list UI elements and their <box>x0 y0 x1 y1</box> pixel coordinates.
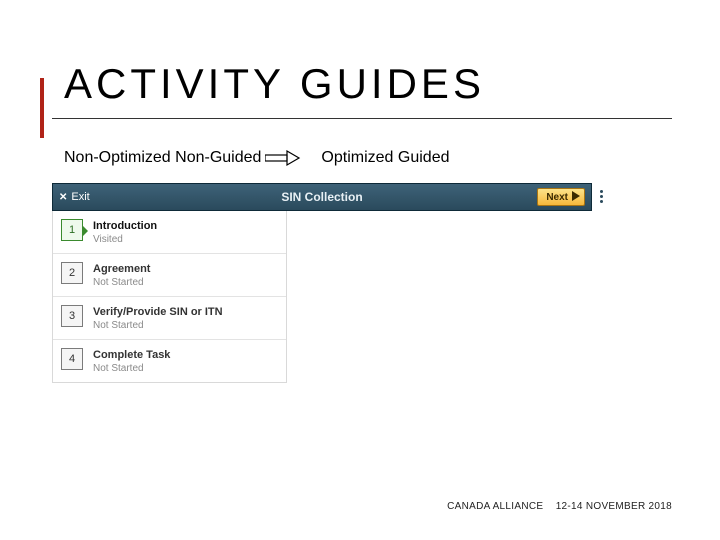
step-text: Verify/Provide SIN or ITN Not Started <box>93 305 223 331</box>
arrow-right-icon <box>265 149 301 167</box>
step-title: Introduction <box>93 220 157 232</box>
labels-row: Non-Optimized Non-Guided Optimized Guide… <box>64 149 672 167</box>
label-non-optimized: Non-Optimized Non-Guided <box>64 149 261 167</box>
slide-footer: CANADA ALLIANCE 12-14 NOVEMBER 2018 <box>447 501 672 512</box>
step-title: Complete Task <box>93 349 170 361</box>
step-title: Verify/Provide SIN or ITN <box>93 306 223 318</box>
step-row[interactable]: 1 Introduction Visited <box>53 211 286 254</box>
next-label: Next <box>546 192 568 203</box>
next-button[interactable]: Next <box>537 188 585 206</box>
step-status: Visited <box>93 234 157 245</box>
footer-dates: 12-14 NOVEMBER 2018 <box>556 501 672 512</box>
topbar-title: SIN Collection <box>281 190 362 204</box>
step-text: Complete Task Not Started <box>93 348 170 374</box>
steps-list: 1 Introduction Visited 2 Agreement Not Starte… <box>52 211 287 383</box>
step-status: Not Started <box>93 320 223 331</box>
title-underline <box>52 118 672 119</box>
topbar: ✕ Exit SIN Collection Next <box>52 183 592 211</box>
step-text: Introduction Visited <box>93 219 157 245</box>
activity-guide-embed: ✕ Exit SIN Collection Next 1 Introduction… <box>52 183 672 383</box>
exit-label: Exit <box>71 191 89 203</box>
step-status: Not Started <box>93 277 150 288</box>
step-badge: 4 <box>61 348 83 370</box>
chevron-right-icon <box>572 191 580 204</box>
step-row[interactable]: 2 Agreement Not Started <box>53 254 286 297</box>
step-badge: 3 <box>61 305 83 327</box>
close-icon: ✕ <box>59 192 67 203</box>
step-badge: 1 <box>61 219 83 241</box>
kebab-menu-icon[interactable] <box>598 188 605 205</box>
step-status: Not Started <box>93 363 170 374</box>
accent-bar <box>40 78 44 138</box>
step-title: Agreement <box>93 263 150 275</box>
step-badge: 2 <box>61 262 83 284</box>
exit-button[interactable]: ✕ Exit <box>59 191 90 203</box>
step-text: Agreement Not Started <box>93 262 150 288</box>
page-title: ACTIVITY GUIDES <box>64 60 672 108</box>
label-optimized: Optimized Guided <box>321 149 449 167</box>
footer-org: CANADA ALLIANCE <box>447 501 543 512</box>
step-row[interactable]: 3 Verify/Provide SIN or ITN Not Started <box>53 297 286 340</box>
step-row[interactable]: 4 Complete Task Not Started <box>53 340 286 382</box>
